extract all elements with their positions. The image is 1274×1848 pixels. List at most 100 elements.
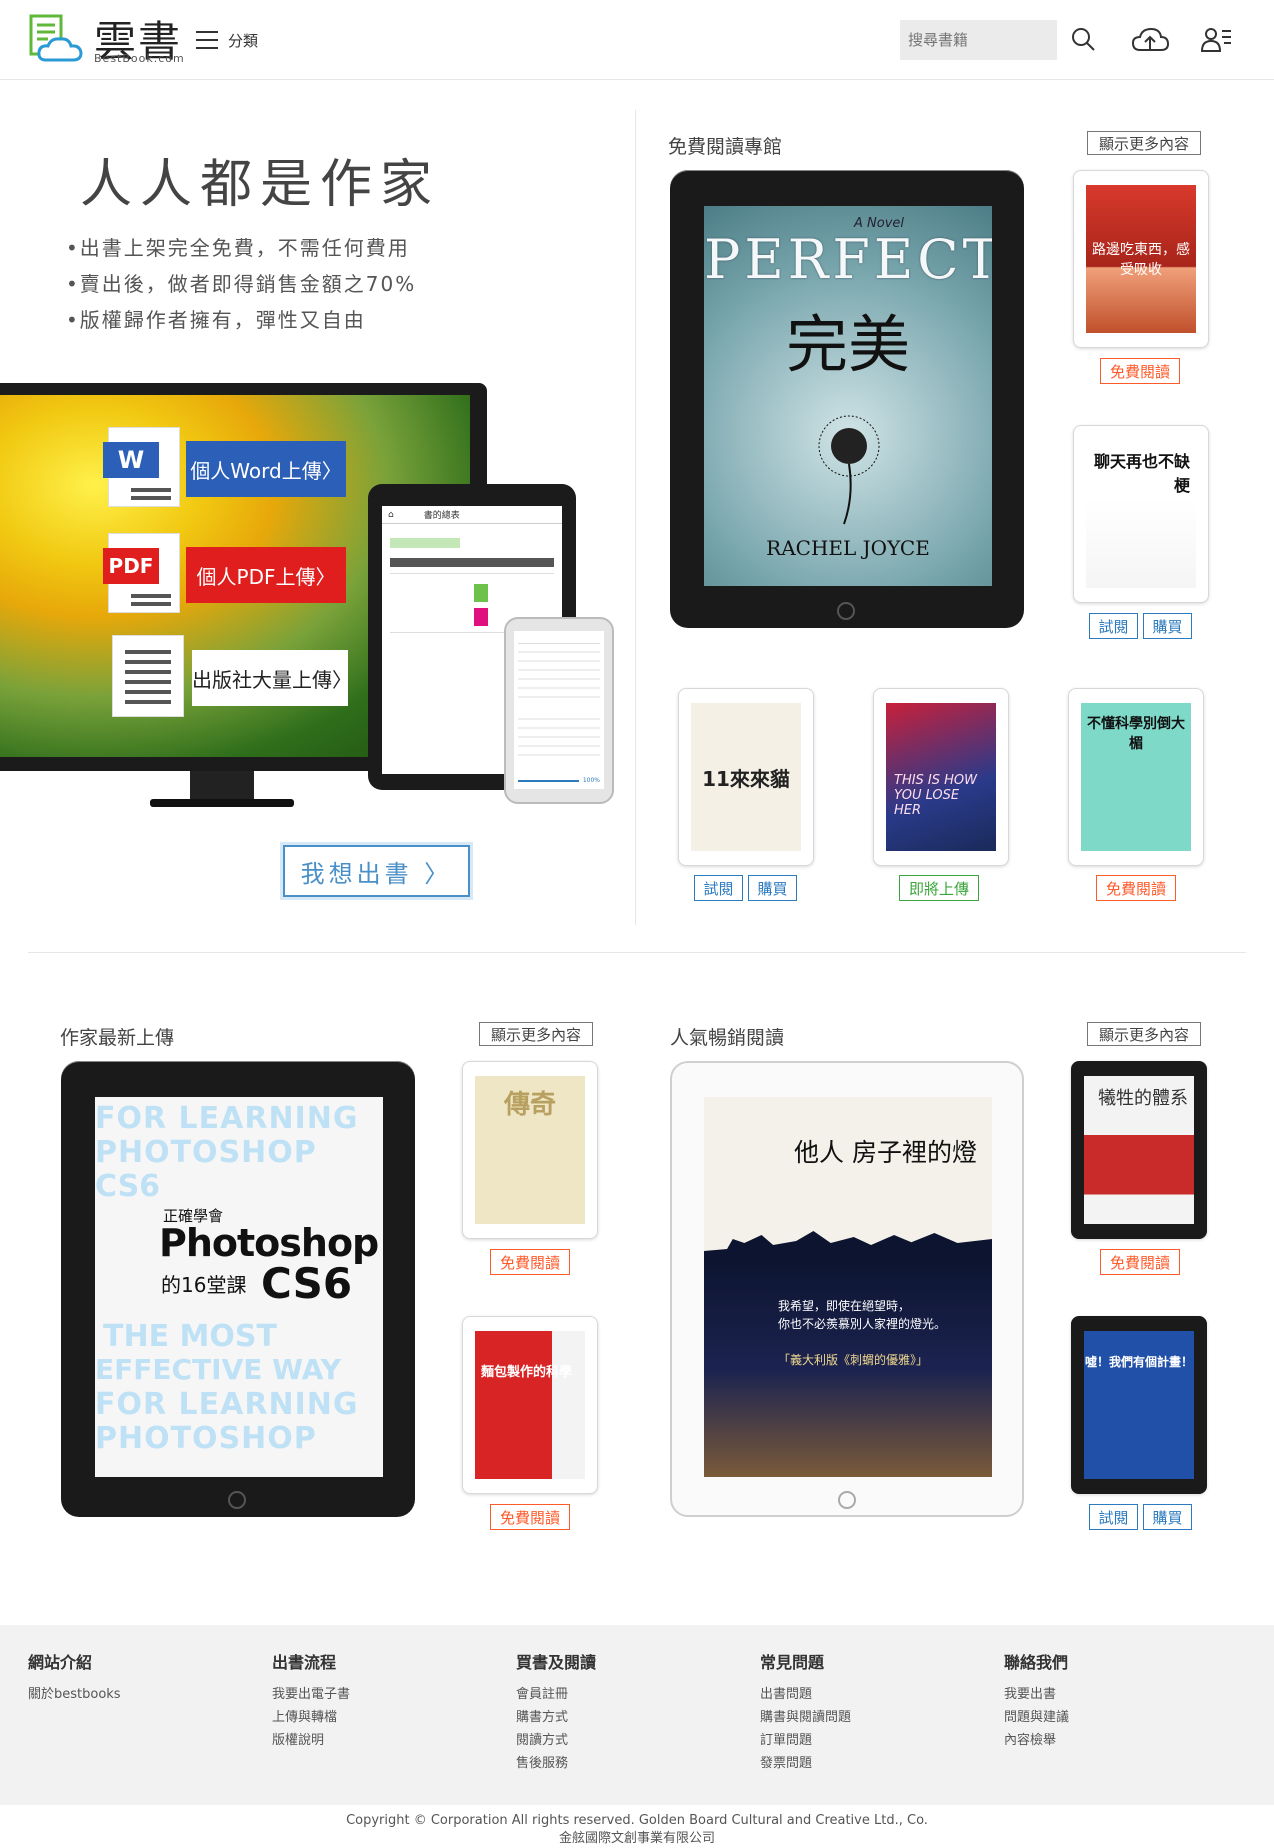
phone-progress: 100% [582,777,600,784]
footer-link[interactable]: 購書方式 [516,1706,596,1729]
footer-heading: 出書流程 [272,1653,337,1672]
book-card[interactable]: 11來來貓 [678,688,814,866]
free-read-button[interactable]: 免費閱讀 [1100,358,1180,384]
dandelion-illustration [818,415,880,525]
tablet-home-button [837,602,855,620]
copyright-en: Copyright © Corporation All rights reser… [346,1813,928,1828]
book-cover: THIS IS HOW YOU LOSE HER [886,703,996,851]
footer-link[interactable]: 問題與建議 [1004,1706,1069,1729]
popular-more-button[interactable]: 顯示更多內容 [1087,1022,1201,1046]
free-read-button[interactable]: 免費閱讀 [1096,875,1176,901]
monitor-stand [190,771,254,801]
featured-book-tablet[interactable]: FOR LEARNING PHOTOSHOP CS6 正確學會 Photosho… [61,1061,415,1517]
trial-read-button[interactable]: 試閱 [1089,1504,1138,1530]
buy-button[interactable]: 購買 [1143,1504,1192,1530]
book-cover: 聊天再也不缺梗 [1086,440,1196,588]
category-menu-button[interactable]: 分類 [196,24,258,56]
footer-link[interactable]: 版權說明 [272,1729,350,1752]
phone-screen: 100% [514,631,604,789]
book-card[interactable]: 犧牲的體系 [1071,1061,1207,1239]
book-card[interactable]: 噓！我們有個計畫！ [1071,1316,1207,1494]
word-icon: W [103,427,180,507]
free-read-button[interactable]: 免費閱讀 [490,1504,570,1530]
tablet-home-button [228,1491,246,1509]
hero-bullet: •出書上架完全免費，不需任何費用 [66,236,410,260]
book-card[interactable]: 聊天再也不缺梗 [1073,425,1209,603]
footer-link[interactable]: 購書與閱讀問題 [760,1706,851,1729]
document-icon [112,635,184,717]
phone-illustration: 100% [504,617,614,804]
book-cover: 11來來貓 [691,703,801,851]
trial-read-button[interactable]: 試閱 [694,875,743,901]
footer-link[interactable]: 上傳與轉檔 [272,1706,350,1729]
logo-icon [29,14,83,62]
hero-title: 人人都是作家 [80,155,441,215]
popular-section-title: 人氣暢銷閱讀 [670,1027,785,1049]
user-icon[interactable] [1198,22,1234,58]
publisher-upload-button[interactable]: 出版社大量上傳〉 [192,650,352,706]
footer-heading: 買書及閱讀 [516,1653,597,1672]
footer-link[interactable]: 發票問題 [760,1752,851,1775]
coming-soon-button[interactable]: 即將上傳 [899,875,979,901]
free-read-button[interactable]: 免費閱讀 [490,1249,570,1275]
site-header: 雲書 BestBook.com 分類 [0,0,1274,80]
book-cover: 不懂科學別倒大楣 [1081,703,1191,851]
footer-link[interactable]: 會員註冊 [516,1683,596,1706]
search-input[interactable] [900,20,1057,60]
hero-bullet: •版權歸作者擁有，彈性又自由 [66,308,366,332]
trial-read-button[interactable]: 試閱 [1089,613,1138,639]
pdf-icon: PDF [103,533,180,613]
book-cover: 犧牲的體系 [1084,1076,1194,1224]
hero-bullet: •賣出後，做者即得銷售金額之70% [66,272,417,296]
book-cover: 傳奇 [475,1076,585,1224]
book-cover: 路邊吃東西，感受吸收 [1086,185,1196,333]
book-card[interactable]: THIS IS HOW YOU LOSE HER [873,688,1009,866]
site-logo[interactable]: 雲書 BestBook.com [28,10,188,66]
section-divider-vertical [635,110,636,925]
footer-column-publish: 出書流程 我要出電子書 上傳與轉檔 版權說明 [272,1649,350,1752]
featured-book-cover: 他人 房子裡的燈 我希望，即使在絕望時， 你也不必羨慕別人家裡的燈光。 「義大利… [704,1097,992,1477]
free-section-title: 免費閱讀專館 [668,136,783,158]
book-card[interactable]: 傳奇 [462,1061,598,1239]
menu-icon [196,31,218,49]
hero-bullets: •出書上架完全免費，不需任何費用 •賣出後，做者即得銷售金額之70% •版權歸作… [66,230,416,338]
new-more-button[interactable]: 顯示更多內容 [479,1022,593,1046]
book-cover: 噓！我們有個計畫！ [1084,1331,1194,1479]
footer-link[interactable]: 我要出電子書 [272,1683,350,1706]
footer-link[interactable]: 訂單問題 [760,1729,851,1752]
section-divider-horizontal [28,952,1246,953]
book-card[interactable]: 路邊吃東西，感受吸收 [1073,170,1209,348]
footer-heading: 聯絡我們 [1004,1653,1069,1672]
book-card[interactable]: 麵包製作的科學 [462,1316,598,1494]
pdf-upload-button[interactable]: 個人PDF上傳〉 [186,547,346,603]
publish-book-button[interactable]: 我想出書 〉 [283,845,470,897]
logo-subtitle: BestBook.com [94,52,185,65]
search-icon[interactable] [1066,22,1102,58]
footer-column-faq: 常見問題 出書問題 購書與閱讀問題 訂單問題 發票問題 [760,1649,851,1775]
book-cover: 麵包製作的科學 [475,1331,585,1479]
word-upload-button[interactable]: 個人Word上傳〉 [186,441,346,497]
footer-link[interactable]: 售後服務 [516,1752,596,1775]
tablet-home-button [838,1491,856,1509]
new-section-title: 作家最新上傳 [60,1027,175,1049]
footer-link[interactable]: 閱讀方式 [516,1729,596,1752]
cloud-upload-icon[interactable] [1130,22,1170,58]
footer-column-buy: 買書及閱讀 會員註冊 購書方式 閱讀方式 售後服務 [516,1649,596,1775]
footer-link[interactable]: 內容檢舉 [1004,1729,1069,1752]
buy-button[interactable]: 購買 [748,875,797,901]
footer-heading: 常見問題 [760,1653,825,1672]
footer-link[interactable]: 出書問題 [760,1683,851,1706]
menu-label: 分類 [228,31,259,50]
footer-column-contact: 聯絡我們 我要出書 問題與建議 內容檢舉 [1004,1649,1069,1752]
book-card[interactable]: 不懂科學別倒大楣 [1068,688,1204,866]
copyright: Copyright © Corporation All rights reser… [0,1812,1274,1848]
featured-book-tablet[interactable]: 他人 房子裡的燈 我希望，即使在絕望時， 你也不必羨慕別人家裡的燈光。 「義大利… [670,1061,1024,1517]
free-more-button[interactable]: 顯示更多內容 [1087,131,1201,155]
featured-book-tablet[interactable]: A Novel PERFECT 完美 RACHEL JOYCE [670,170,1024,628]
footer-link[interactable]: 關於bestbooks [28,1683,121,1706]
free-read-button[interactable]: 免費閱讀 [1100,1249,1180,1275]
footer-link[interactable]: 我要出書 [1004,1683,1069,1706]
footer-column-about: 網站介紹 關於bestbooks [28,1649,121,1706]
buy-button[interactable]: 購買 [1143,613,1192,639]
home-icon: ⌂ [388,509,394,520]
